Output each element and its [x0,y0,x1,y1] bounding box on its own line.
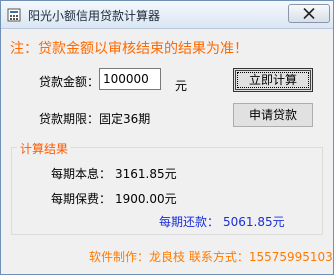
total-value: 5061.85元 [223,215,285,229]
total-label: 每期还款： [159,215,220,229]
amount-input[interactable] [99,68,161,90]
interest-label: 每期本息： [51,167,112,181]
apply-button[interactable]: 申请贷款 [233,103,313,127]
window-title: 阳光小额信用贷款计算器 [28,9,161,23]
close-icon [303,8,315,19]
amount-unit: 元 [175,79,188,93]
app-icon [7,7,21,22]
amount-label: 贷款金额： [39,75,100,89]
client-area: 注：贷款金额以审核结束的结果为准！ 贷款金额： 元 贷款期限：固定36期 立即计… [3,30,333,273]
calculate-button-label: 立即计算 [248,73,297,87]
results-group-title: 计算结果 [17,140,72,157]
footer-credit: 软件制作：龙良枝 联系方式：15575995103 [89,250,333,264]
calculate-button[interactable]: 立即计算 [233,68,313,92]
fee-label: 每期保费： [51,192,112,206]
app-window: 阳光小额信用贷款计算器 注：贷款金额以审核结束的结果为准！ 贷款金额： 元 贷款… [0,0,334,275]
interest-value: 3161.85元 [115,167,177,181]
period-label: 贷款期限：固定36期 [39,112,151,126]
fee-value: 1900.00元 [115,192,177,206]
apply-button-label: 申请贷款 [248,108,297,122]
notice-text: 注：贷款金额以审核结束的结果为准！ [10,41,248,57]
close-button[interactable] [288,4,330,23]
title-bar[interactable]: 阳光小额信用贷款计算器 [1,1,333,29]
